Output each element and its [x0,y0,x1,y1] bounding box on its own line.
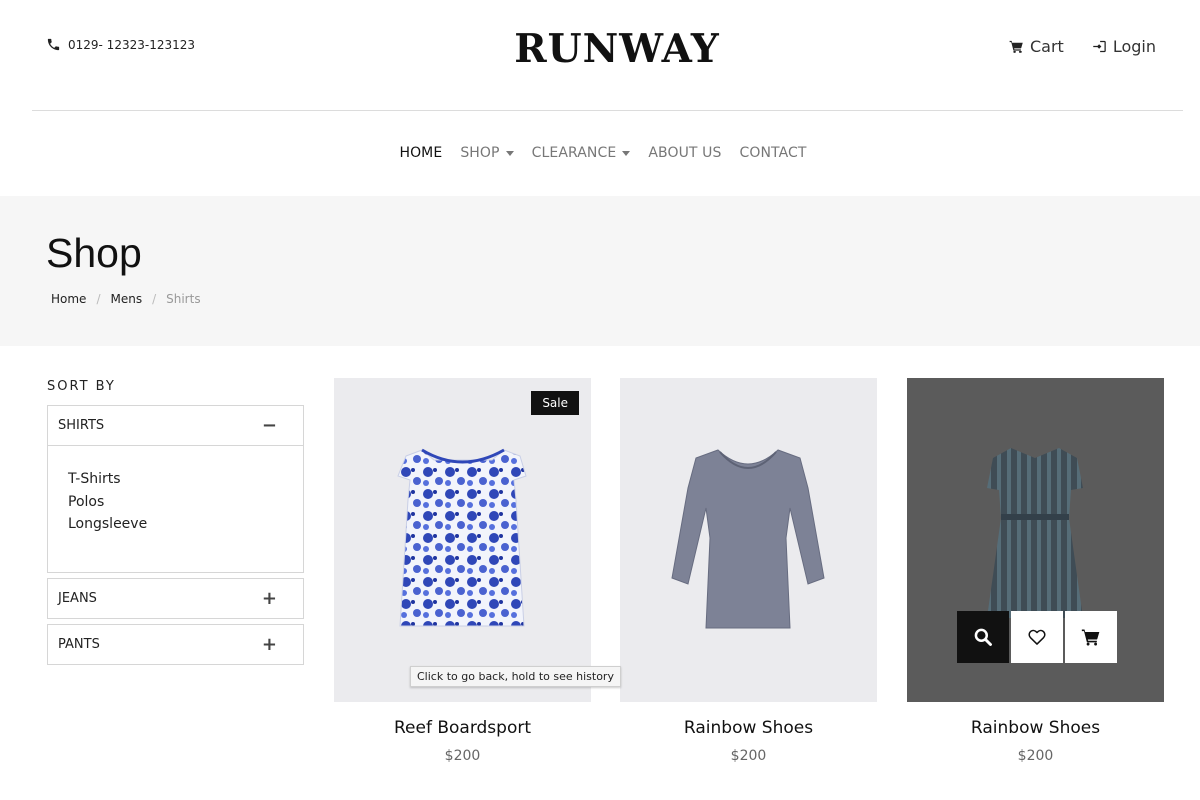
quick-view-button[interactable] [957,611,1009,663]
nav-home-label[interactable]: HOME [399,145,442,161]
nav-item-clearance[interactable]: CLEARANCE [532,143,631,163]
login-icon [1093,40,1106,53]
cart-icon [1009,40,1023,53]
breadcrumb-separator: / [152,292,157,306]
top-bar: 0129- 12323-123123 RUNWAY Cart Login [0,0,1200,110]
filter-option-polos[interactable]: Polos [68,491,303,514]
product-price: $200 [444,748,481,764]
nav-item-home[interactable]: HOME [399,143,442,163]
filter-jeans-header[interactable]: JEANS + [48,579,303,618]
nav-shop-label[interactable]: SHOP [460,145,499,161]
login-link[interactable]: Login [1092,37,1156,56]
filter-shirts-header[interactable]: SHIRTS − [48,406,303,445]
filter-jeans: JEANS + [47,578,304,619]
filter-jeans-label[interactable]: JEANS [58,591,97,606]
cart-icon [1081,629,1100,646]
product-actions [957,611,1117,663]
floral-top-image [397,448,527,627]
search-icon [974,628,992,646]
nav-item-shop[interactable]: SHOP [460,143,514,163]
breadcrumb-current: Shirts [166,292,201,306]
plus-icon[interactable]: + [262,588,277,609]
product-image[interactable]: Sale [334,378,591,702]
grey-dress-image [671,449,825,629]
filter-option-longsleeve[interactable]: Longsleeve [68,513,303,536]
login-label[interactable]: Login [1113,37,1156,56]
filter-shirts-label[interactable]: SHIRTS [58,418,104,433]
breadcrumb-separator: / [96,292,101,306]
plus-icon[interactable]: + [262,634,277,655]
filter-pants-label[interactable]: PANTS [58,637,100,652]
product-card: Rainbow Shoes $200 [907,378,1164,764]
page-header: Shop Home / Mens / Shirts [0,196,1200,346]
breadcrumb-home[interactable]: Home [51,292,86,306]
page-title: Shop [46,230,142,276]
sort-by-title: SORT BY [47,379,116,394]
filter-pants: PANTS + [47,624,304,665]
logo-text[interactable]: RUNWAY [514,26,720,72]
minus-icon[interactable]: − [262,415,277,436]
product-name[interactable]: Rainbow Shoes [907,718,1164,738]
nav-contact-label[interactable]: CONTACT [739,145,806,161]
caret-down-icon [505,151,514,156]
main-nav: HOME SHOP CLEARANCE ABOUT US CONTACT [0,143,1200,163]
back-button-tooltip: Click to go back, hold to see history [410,666,621,687]
nav-item-contact[interactable]: CONTACT [739,143,806,163]
product-name[interactable]: Rainbow Shoes [620,718,877,738]
nav-item-about[interactable]: ABOUT US [648,143,721,163]
nav-clearance-label[interactable]: CLEARANCE [532,145,617,161]
filter-option-tshirts[interactable]: T-Shirts [68,468,303,491]
cart-link[interactable]: Cart [1009,37,1064,56]
filter-pants-header[interactable]: PANTS + [48,625,303,664]
wishlist-button[interactable] [1011,611,1063,663]
caret-down-icon [622,151,631,156]
filter-shirts-options: T-Shirts Polos Longsleeve [48,445,303,572]
breadcrumb-mens[interactable]: Mens [110,292,142,306]
breadcrumb: Home / Mens / Shirts [51,292,201,306]
header-divider [32,110,1183,111]
product-price: $200 [730,748,767,764]
cart-label[interactable]: Cart [1030,37,1064,56]
product-card: Sale Reef Boardsport $200 [334,378,591,764]
filter-shirts: SHIRTS − T-Shirts Polos Longsleeve [47,405,304,573]
product-image[interactable] [620,378,877,702]
heart-icon [1028,629,1046,645]
product-image[interactable] [907,378,1164,702]
product-price: $200 [1017,748,1054,764]
add-to-cart-button[interactable] [1065,611,1117,663]
sale-badge: Sale [531,391,579,415]
product-name[interactable]: Reef Boardsport [334,718,591,738]
product-card: Rainbow Shoes $200 [620,378,877,764]
account-links: Cart Login [1009,37,1156,56]
nav-about-label[interactable]: ABOUT US [648,145,721,161]
